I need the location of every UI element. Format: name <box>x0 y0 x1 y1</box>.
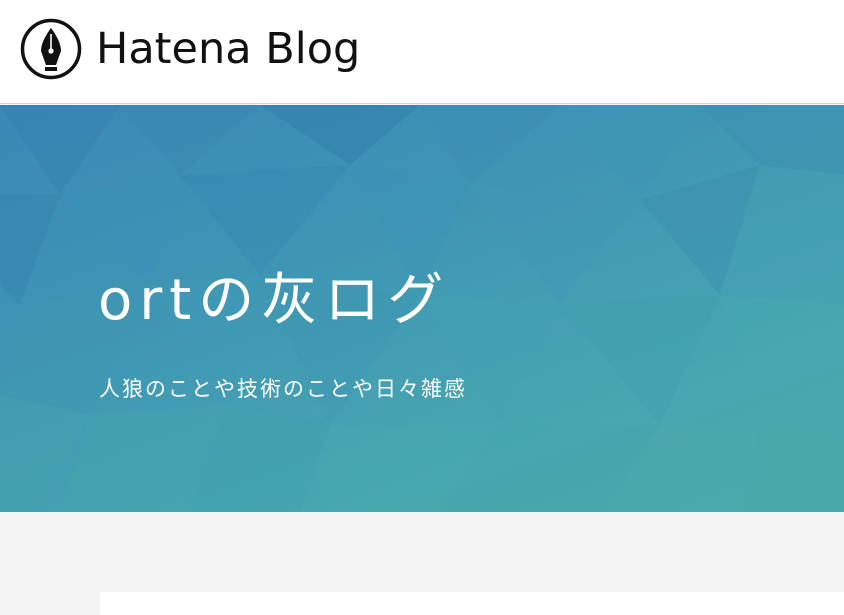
hatena-blog-logo-link[interactable]: Hatena Blog <box>20 18 360 80</box>
fountain-pen-nib-icon <box>20 18 82 80</box>
content-card <box>100 592 844 615</box>
global-header: Hatena Blog <box>0 0 844 104</box>
logo-text: Hatena Blog <box>96 23 361 74</box>
blog-header-hero: ortの灰ログ 人狼のことや技術のことや日々雑感 <box>0 105 844 512</box>
blog-description: 人狼のことや技術のことや日々雑感 <box>99 377 467 401</box>
blog-title[interactable]: ortの灰ログ <box>98 273 450 329</box>
